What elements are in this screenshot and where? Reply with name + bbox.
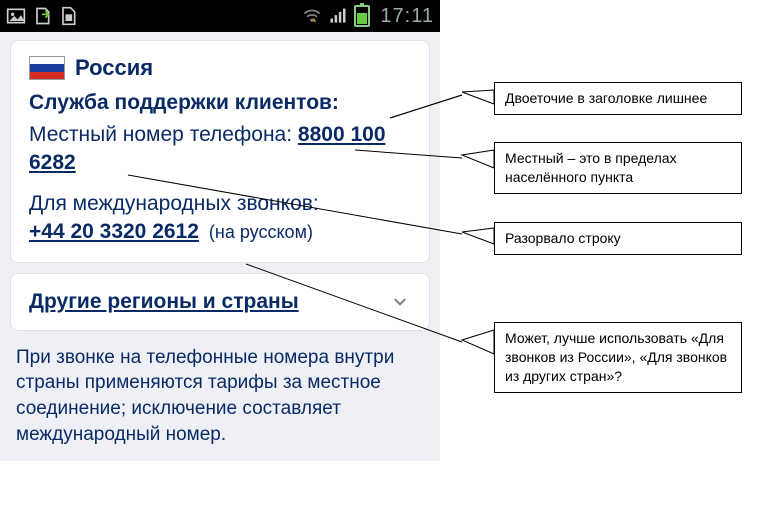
chevron-down-icon: [389, 291, 411, 313]
phone-content: Россия Служба поддержки клиентов: Местны…: [0, 32, 440, 461]
annotation-3: Разорвало строку: [494, 222, 742, 255]
upload-icon: [32, 6, 52, 26]
picture-icon: [6, 6, 26, 26]
sim-icon: [58, 6, 78, 26]
status-time: 17:11: [380, 5, 434, 28]
annotation-2: Местный – это в пределах населённого пун…: [494, 142, 742, 194]
support-card: Россия Служба поддержки клиентов: Местны…: [10, 40, 430, 263]
expander-label: Другие регионы и страны: [29, 290, 299, 314]
support-heading: Служба поддержки клиентов:: [29, 91, 411, 115]
local-phone-line: Местный номер телефона: 8800 100 6282: [29, 121, 411, 178]
annotation-4: Может, лучше использовать «Для звонков и…: [494, 322, 742, 393]
language-note: (на русском): [209, 222, 313, 243]
android-status-bar: 17:11: [0, 0, 440, 32]
local-label: Местный номер телефона:: [29, 123, 292, 146]
intl-phone-link[interactable]: +44 20 3320 2612: [29, 220, 199, 244]
footnote: При звонке на телефонные номера внутри с…: [10, 345, 430, 452]
other-regions-expander[interactable]: Другие регионы и страны: [10, 273, 430, 331]
annotation-1: Двоеточие в заголовке лишнее: [494, 82, 742, 115]
wifi-icon: [302, 6, 322, 26]
flag-russia-icon: [29, 56, 65, 80]
battery-icon: [354, 5, 370, 27]
intl-label: Для международных звонков:: [29, 192, 411, 216]
signal-icon: [328, 6, 348, 26]
country-name: Россия: [75, 55, 153, 81]
